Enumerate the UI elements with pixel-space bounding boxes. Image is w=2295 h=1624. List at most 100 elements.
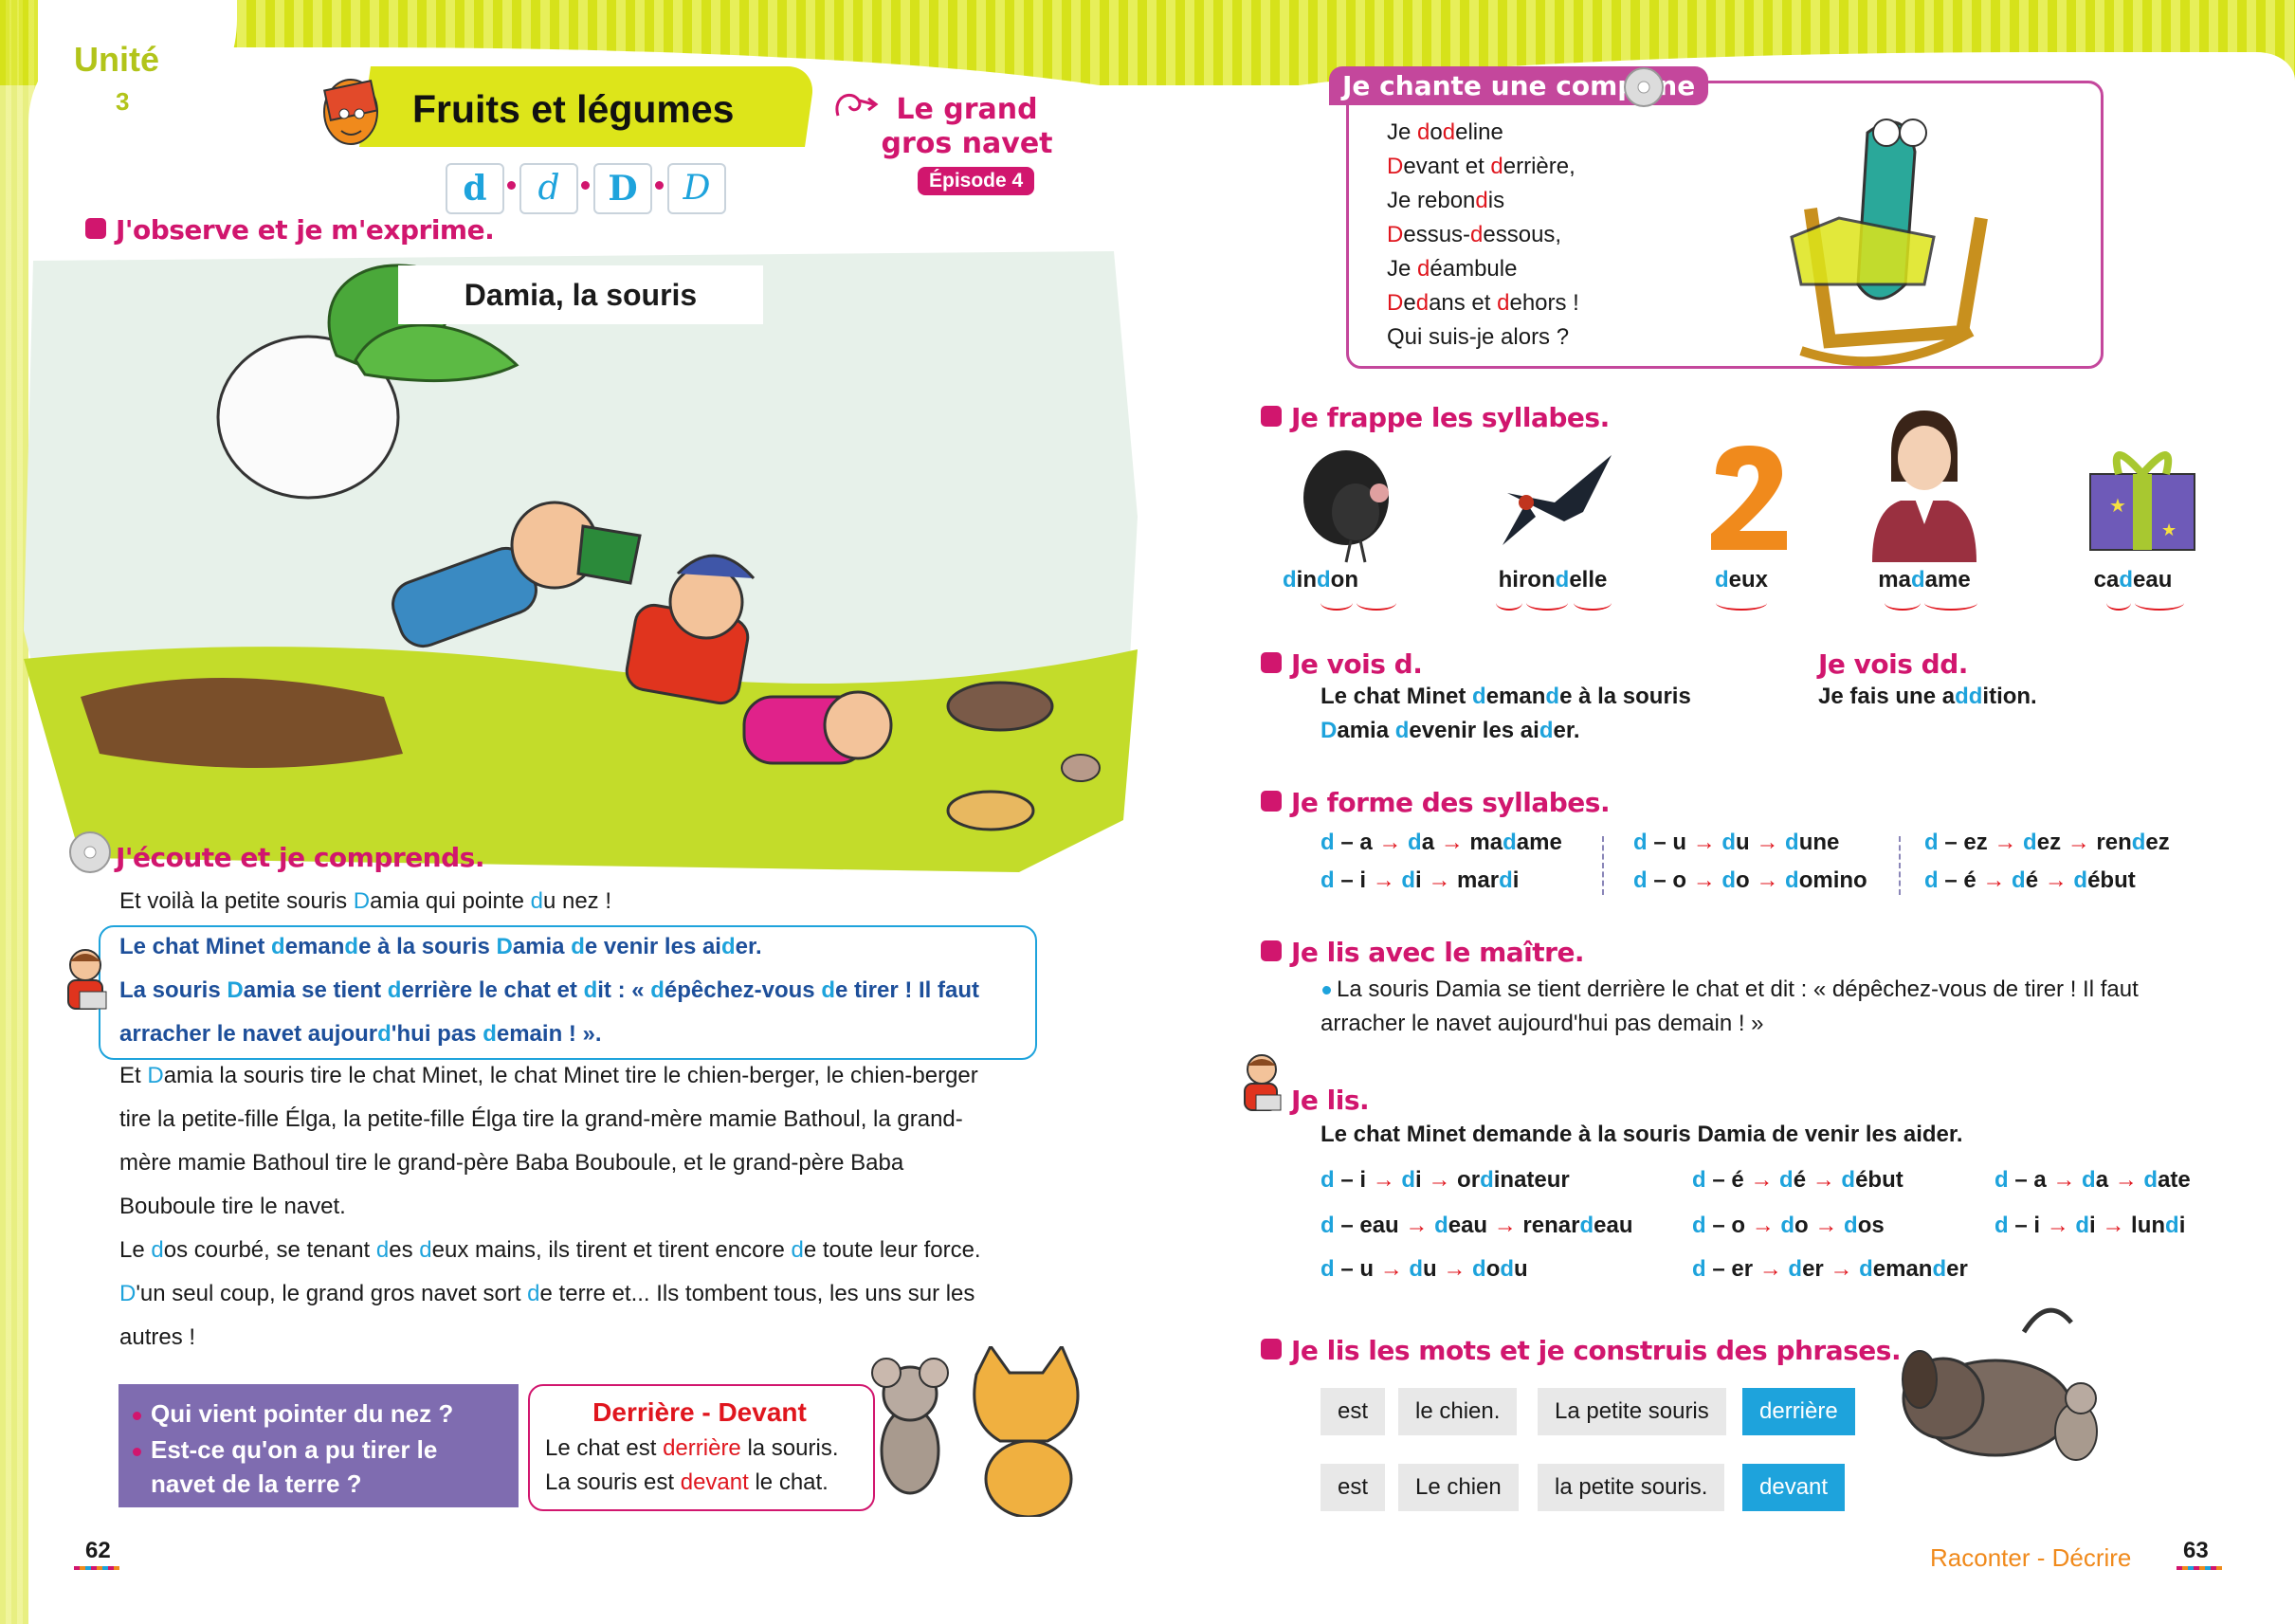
word-card[interactable]: est [1321, 1388, 1386, 1435]
letter-script-upper: D [593, 163, 652, 214]
page-title: Fruits et légumes [412, 87, 735, 131]
story-paragraph-line: Et Damia la souris tire le chat Minet, l… [119, 1063, 978, 1088]
letter-separator [581, 181, 590, 190]
read-syllable-item: d – a → da → date [1994, 1167, 2191, 1193]
story-paragraph-line: Le dos courbé, se tenant des deux mains,… [119, 1237, 981, 1263]
word-card[interactable]: le chien. [1398, 1388, 1518, 1435]
child-reading-icon [1244, 1054, 1282, 1111]
episode-badge: Épisode 4 [918, 167, 1035, 195]
form-syllable-item: d – i → di → mardi [1321, 867, 1520, 893]
number-two-icon [1711, 446, 1787, 550]
woman-icon [1872, 411, 1976, 562]
syllable-arc [1885, 595, 1921, 611]
section-read-master-heading: Je lis avec le maître. [1291, 937, 1585, 968]
story-paragraph-line: tire la petite-fille Élga, la petite-fil… [119, 1106, 963, 1132]
highlight-line-2: La souris Damia se tient derrière le cha… [119, 977, 980, 1003]
list-bullet [1322, 986, 1331, 994]
story-paragraph-line: D'un seul coup, le grand gros navet sort… [119, 1281, 975, 1306]
read-syllable-item: d – i → di → ordinateur [1321, 1167, 1570, 1193]
word-card[interactable]: Le chien [1398, 1464, 1519, 1511]
rhyme-line-7: Qui suis-je alors ? [1387, 324, 1570, 350]
see-d-line-1: Le chat Minet demande à la souris [1321, 684, 1691, 709]
word-card-highlight[interactable]: devant [1742, 1464, 1846, 1511]
svg-text:★: ★ [2161, 520, 2177, 539]
form-syllable-item: d – é → dé → début [1924, 867, 2136, 893]
page-number-decor [2177, 1566, 2222, 1570]
section-bullet [1261, 406, 1282, 427]
syllable-arc [1321, 595, 1353, 611]
form-syllable-item: d – a → da → madame [1321, 830, 1562, 855]
cd-icon [69, 831, 111, 873]
dog-and-mouse-illustration [1902, 1307, 2098, 1461]
page-number-decor [74, 1566, 119, 1570]
question-1: Qui vient pointer du nez ? [133, 1396, 453, 1432]
section-bullet [1261, 791, 1282, 812]
episode-arrow-icon [835, 94, 879, 117]
svg-text:★: ★ [2109, 496, 2126, 517]
form-syllable-item: d – ez → dez → rendez [1924, 830, 2170, 855]
section-read-heading: Je lis. [1291, 1085, 1370, 1116]
column-separator [1602, 836, 1604, 895]
child-reading-icon [67, 949, 107, 1010]
syllable-arc [1716, 595, 1767, 611]
story-paragraph-line: autres ! [119, 1324, 196, 1350]
page-number-right: 63 [2183, 1538, 2209, 1563]
section-syllables-heading: Je frappe les syllabes. [1291, 402, 1610, 433]
letter-cursive-upper: D [667, 163, 726, 214]
question-2-continued: navet de la terre ? [151, 1469, 362, 1498]
word-madame: madame [1878, 567, 1971, 593]
form-syllable-item: d – u → du → dune [1633, 830, 1840, 855]
word-deux: deux [1714, 567, 1769, 593]
read-syllable-item: d – eau → deau → renardeau [1321, 1213, 1633, 1238]
section-bullet [85, 218, 106, 239]
cd-icon [1624, 67, 1664, 107]
section-see-dd-heading: Je vois dd. [1818, 648, 1968, 680]
episode-title: Le grand gros navet [881, 93, 1053, 160]
section-see-d-heading: Je vois d. [1291, 648, 1423, 680]
story-line-1: Et voilà la petite souris Damia qui poin… [119, 888, 611, 914]
word-dindon: dindon [1283, 567, 1358, 593]
rhyme-line-3: Je rebondis [1387, 188, 1505, 213]
read-syllable-item: d – i → di → lundi [1994, 1213, 2186, 1238]
unit-number: 3 [116, 87, 130, 116]
story-paragraph-line: Bouboule tire le navet. [119, 1194, 346, 1219]
page-number-left: 62 [85, 1538, 111, 1563]
highlight-line-1: Le chat Minet demande à la souris Damia … [119, 934, 762, 959]
letter-script-lower: d [446, 163, 504, 214]
column-separator [1899, 836, 1901, 895]
footer-section-label: Raconter - Décrire [1930, 1543, 2132, 1572]
rhyme-line-2: Devant et derrière, [1387, 154, 1576, 179]
syllable-arc [1496, 595, 1522, 611]
read-syllable-item: d – o → do → dos [1692, 1213, 1885, 1238]
word-card[interactable]: La petite souris [1538, 1388, 1726, 1435]
section-bullet [1261, 940, 1282, 961]
rhyme-line-6: Dedans et dehors ! [1387, 290, 1579, 316]
master-text-line-1: La souris Damia se tient derrière le cha… [1337, 976, 2139, 1002]
read-syllable-item: d – er → der → demander [1692, 1256, 1968, 1282]
book-mascot-icon [323, 79, 378, 145]
question-bullet [133, 1447, 141, 1456]
read-sentence: Le chat Minet demande à la souris Damia … [1321, 1122, 1963, 1147]
rhyme-line-1: Je dodeline [1387, 119, 1503, 145]
syllable-arc [1574, 595, 1612, 611]
form-syllable-item: d – o → do → domino [1633, 867, 1867, 893]
section-form-heading: Je forme des syllabes. [1291, 787, 1611, 818]
master-text-line-2: arracher le navet aujourd'hui pas demain… [1321, 1011, 1764, 1036]
syllable-arc [1357, 595, 1396, 611]
question-bullet [133, 1411, 141, 1420]
devant-line: La souris est devant le chat. [545, 1469, 829, 1495]
syllable-arc [1924, 595, 1977, 611]
swallow-icon [1503, 455, 1612, 545]
syllable-arc [2135, 595, 2184, 611]
section-listen-heading: J'écoute et je comprends. [116, 842, 484, 873]
rhyme-line-4: Dessus-dessous, [1387, 222, 1562, 247]
gift-icon: ★★ [2089, 451, 2195, 551]
read-syllable-item: d – é → dé → début [1692, 1167, 1903, 1193]
word-card[interactable]: est [1321, 1464, 1386, 1511]
unit-word: Unité [74, 40, 159, 79]
section-observe-heading: J'observe et je m'exprime. [116, 214, 495, 246]
word-card-highlight[interactable]: derrière [1742, 1388, 1855, 1435]
word-card[interactable]: la petite souris. [1538, 1464, 1725, 1511]
see-dd-line: Je fais une addition. [1818, 684, 2037, 709]
derriere-line: Le chat est derrière la souris. [545, 1435, 839, 1461]
